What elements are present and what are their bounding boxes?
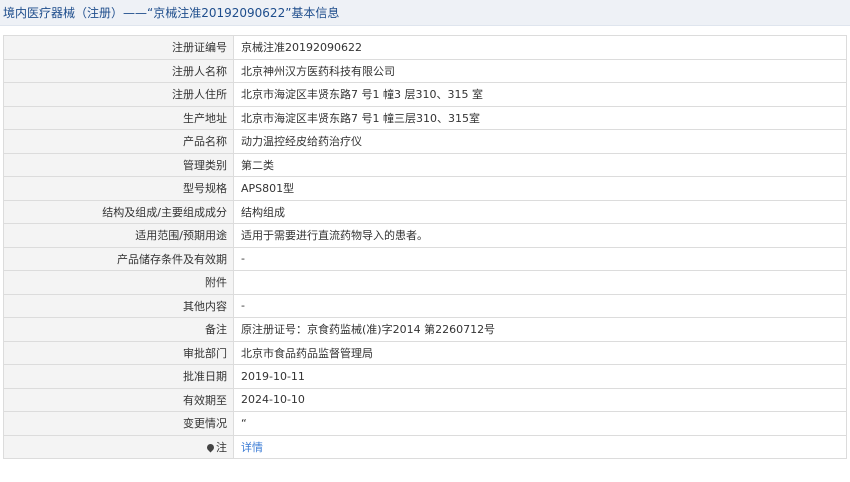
table-row: 结构及组成/主要组成成分 结构组成 [3, 199, 847, 224]
field-value: 北京市海淀区丰贤东路7 号1 幢3 层310、315 室 [233, 82, 847, 107]
field-value: 2019-10-11 [233, 364, 847, 389]
details-link[interactable]: 详情 [241, 441, 263, 454]
field-value: 原注册证号：京食药监械(准)字2014 第2260712号 [233, 317, 847, 342]
field-label: 产品储存条件及有效期 [3, 246, 234, 271]
table-row: 产品储存条件及有效期 - [3, 246, 847, 271]
pin-icon [205, 442, 216, 453]
field-value: 动力温控经皮给药治疗仪 [233, 129, 847, 154]
field-value: 北京市海淀区丰贤东路7 号1 幢三层310、315室 [233, 105, 847, 130]
table-row: 有效期至 2024-10-10 [3, 387, 847, 412]
table-row: 审批部门 北京市食品药品监督管理局 [3, 340, 847, 365]
field-label: 结构及组成/主要组成成分 [3, 199, 234, 224]
field-value [233, 270, 847, 295]
field-label: 批准日期 [3, 364, 234, 389]
table-row: 生产地址 北京市海淀区丰贤东路7 号1 幢三层310、315室 [3, 105, 847, 130]
note-label: 注 [216, 440, 227, 454]
field-label: 注册人住所 [3, 82, 234, 107]
table-row: 备注 原注册证号：京食药监械(准)字2014 第2260712号 [3, 317, 847, 342]
field-label: 生产地址 [3, 105, 234, 130]
table-row: 其他内容 - [3, 293, 847, 318]
field-label: 附件 [3, 270, 234, 295]
field-value: 2024-10-10 [233, 387, 847, 412]
note-value-cell: 详情 [233, 434, 847, 459]
field-label: 变更情况 [3, 411, 234, 436]
field-value: “ [233, 411, 847, 436]
table-row: 产品名称 动力温控经皮给药治疗仪 [3, 129, 847, 154]
field-value: APS801型 [233, 176, 847, 201]
table-row: 附件 [3, 270, 847, 295]
field-label: 审批部门 [3, 340, 234, 365]
note-row: 注 详情 [3, 434, 847, 459]
basic-info-table: 注册证编号 京械注准20192090622 注册人名称 北京神州汉方医药科技有限… [3, 35, 847, 459]
field-label: 适用范围/预期用途 [3, 223, 234, 248]
field-label: 型号规格 [3, 176, 234, 201]
field-label: 有效期至 [3, 387, 234, 412]
table-row: 变更情况 “ [3, 411, 847, 436]
table-row: 管理类别 第二类 [3, 152, 847, 177]
field-label: 注册证编号 [3, 35, 234, 60]
field-value: - [233, 293, 847, 318]
field-value: 北京神州汉方医药科技有限公司 [233, 58, 847, 83]
field-label: 注册人名称 [3, 58, 234, 83]
note-label-cell: 注 [3, 434, 234, 459]
field-label: 备注 [3, 317, 234, 342]
table-row: 型号规格 APS801型 [3, 176, 847, 201]
page-title: 境内医疗器械（注册）——“京械注准20192090622”基本信息 [0, 0, 850, 26]
field-label: 其他内容 [3, 293, 234, 318]
field-value: 第二类 [233, 152, 847, 177]
table-row: 注册人名称 北京神州汉方医药科技有限公司 [3, 58, 847, 83]
field-value: 结构组成 [233, 199, 847, 224]
info-table-container: 注册证编号 京械注准20192090622 注册人名称 北京神州汉方医药科技有限… [3, 35, 847, 459]
field-value: 北京市食品药品监督管理局 [233, 340, 847, 365]
field-value: 适用于需要进行直流药物导入的患者。 [233, 223, 847, 248]
field-label: 产品名称 [3, 129, 234, 154]
table-row: 批准日期 2019-10-11 [3, 364, 847, 389]
table-row: 注册人住所 北京市海淀区丰贤东路7 号1 幢3 层310、315 室 [3, 82, 847, 107]
table-row: 注册证编号 京械注准20192090622 [3, 35, 847, 60]
field-label: 管理类别 [3, 152, 234, 177]
field-value: 京械注准20192090622 [233, 35, 847, 60]
table-row: 适用范围/预期用途 适用于需要进行直流药物导入的患者。 [3, 223, 847, 248]
field-value: - [233, 246, 847, 271]
